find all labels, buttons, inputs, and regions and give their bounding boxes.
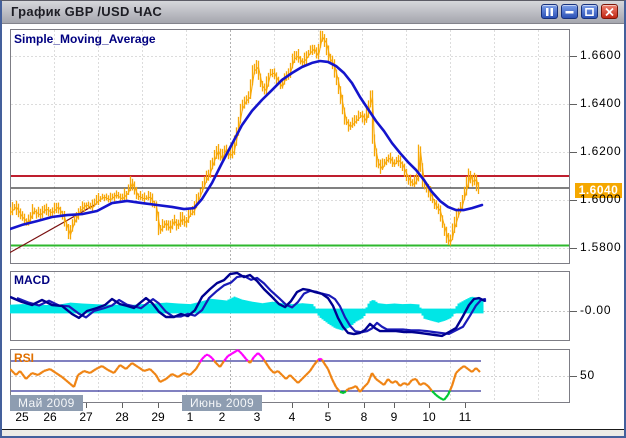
x-axis-day-label: 27 — [79, 410, 92, 424]
x-axis-day-label: 1 — [187, 410, 194, 424]
chart-window: График GBP /USD ЧАС Simple_Moving_Averag… — [0, 0, 626, 438]
x-axis-day-label: 10 — [422, 410, 435, 424]
maximize-icon[interactable] — [581, 4, 598, 19]
x-axis-day-label: 11 — [459, 410, 471, 424]
price-axis-label: 1.6200 — [580, 144, 622, 158]
x-axis-day-label: 29 — [151, 410, 164, 424]
window-title: График GBP /USD ЧАС — [11, 4, 162, 19]
x-axis-day-label: 26 — [43, 410, 56, 424]
x-axis-day-label: 3 — [254, 410, 261, 424]
price-axis-label: 1.6600 — [580, 48, 622, 62]
current-price-badge: 1.6040 — [575, 183, 622, 198]
rsi-axis-label: 50 — [580, 368, 595, 382]
macd-panel[interactable] — [10, 271, 570, 341]
close-icon[interactable] — [601, 4, 618, 19]
window-buttons — [541, 4, 618, 19]
x-axis-day-label: 9 — [391, 410, 398, 424]
macd-axis-label: -0.00 — [580, 303, 611, 317]
minimize-icon[interactable] — [561, 4, 578, 19]
x-axis-day-label: 28 — [115, 410, 128, 424]
x-axis-day-label: 8 — [361, 410, 368, 424]
price-axis-label: 1.6400 — [580, 96, 622, 110]
x-axis-day-label: 5 — [325, 410, 332, 424]
macd-label: MACD — [14, 273, 50, 287]
sma-indicator-label: Simple_Moving_Average — [14, 32, 156, 46]
title-bar[interactable]: График GBP /USD ЧАС — [2, 1, 624, 24]
rsi-label: RSI — [14, 351, 34, 365]
x-axis-day-label: 4 — [289, 410, 296, 424]
x-axis-day-label: 25 — [15, 410, 28, 424]
x-axis-day-label: 2 — [219, 410, 226, 424]
main-price-chart-panel[interactable] — [10, 29, 570, 264]
rsi-panel[interactable] — [10, 349, 570, 403]
price-axis-label: 1.5800 — [580, 240, 622, 254]
price-axis-label: 1.6000 — [580, 192, 622, 206]
pause-icon[interactable] — [541, 4, 558, 19]
bottom-scroll-strip[interactable] — [2, 430, 624, 436]
